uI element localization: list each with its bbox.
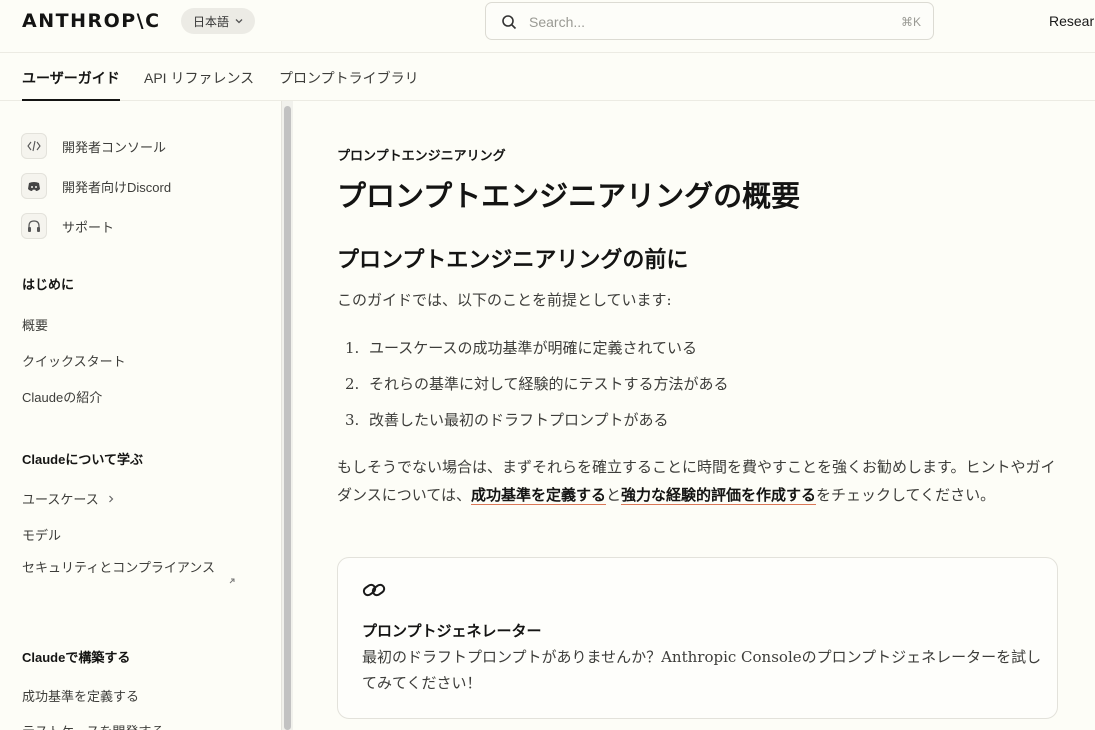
discord-icon [21, 173, 47, 199]
sidebar-item-success-criteria[interactable]: 成功基準を定義する [22, 686, 139, 705]
sidebar-section-title: Claudeで構築する [22, 650, 131, 665]
sidebar-item-test-cases[interactable]: テストケースを開発する [22, 721, 164, 730]
sidebar-link-console[interactable]: 開発者コンソール [21, 133, 166, 159]
list-text: それらの基準に対して経験的にテストする方法がある [369, 375, 729, 393]
section-heading: プロンプトエンジニアリングの前に [337, 247, 689, 272]
sidebar-item-use-cases[interactable]: ユースケース [22, 489, 115, 508]
research-link[interactable]: Resear [1049, 13, 1094, 29]
tab-prompt-library[interactable]: プロンプトライブラリ [279, 68, 419, 88]
success-criteria-link[interactable]: 成功基準を定義する [470, 486, 606, 505]
list-item: 3. 改善したい最初のドラフトプロンプトがある [345, 409, 669, 430]
sidebar-item-models[interactable]: モデル [22, 525, 61, 544]
sidebar-link-label: 開発者向けDiscord [62, 179, 172, 195]
top-bar: ANTHROP\C 日本語 Search... ⌘K Resear [0, 0, 1095, 53]
sidebar-item-quickstart[interactable]: クイックスタート [22, 351, 126, 370]
prompt-generator-card[interactable]: プロンプトジェネレーター 最初のドラフトプロンプトがありませんか？Anthrop… [337, 557, 1058, 719]
anthropic-logo[interactable]: ANTHROP\C [22, 10, 161, 32]
headset-icon [21, 213, 47, 239]
tab-api-reference[interactable]: API リファレンス [144, 68, 254, 88]
card-title: プロンプトジェネレーター [362, 623, 542, 640]
sidebar-scrollbar[interactable] [281, 101, 293, 730]
sidebar-link-label: 開発者コンソール [62, 139, 167, 155]
search-placeholder: Search... [529, 14, 586, 30]
list-item: 2. それらの基準に対して経験的にテストする方法がある [345, 373, 729, 394]
link-icon [362, 583, 386, 597]
list-text: 改善したい最初のドラフトプロンプトがある [369, 411, 669, 429]
list-number: 2. [345, 375, 360, 393]
card-body: 最初のドラフトプロンプトがありませんか？Anthropic Consoleのプロ… [362, 648, 1042, 692]
list-number: 3. [345, 411, 360, 429]
code-icon [21, 133, 47, 159]
empirical-evaluation-link[interactable]: 強力な経験的評価を作成する [620, 486, 816, 505]
recommendation-paragraph: もしそうでない場合は、まずそれらを確立することに時間を費やすことを強くお勧めしま… [337, 453, 1057, 509]
breadcrumb: プロンプトエンジニアリング [337, 148, 506, 163]
sidebar-section-title: Claudeについて学ぶ [22, 452, 143, 467]
tab-user-guide[interactable]: ユーザーガイド [22, 68, 120, 88]
sidebar-item-security[interactable]: セキュリティとコンプライアンス [22, 556, 217, 580]
sidebar-link-discord[interactable]: 開発者向けDiscord [21, 173, 171, 199]
sidebar-section-title: はじめに [22, 277, 75, 292]
paragraph-text: と [605, 486, 621, 504]
page-title: プロンプトエンジニアリングの概要 [337, 181, 801, 213]
chevron-right-icon [108, 495, 114, 502]
list-item: 1. ユースケースの成功基準が明確に定義されている [345, 337, 697, 358]
doc-tabs: ユーザーガイド API リファレンス プロンプトライブラリ [0, 53, 1095, 101]
list-number: 1. [345, 339, 360, 357]
paragraph-text: をチェックしてください。 [816, 486, 996, 504]
scrollbar-thumb[interactable] [284, 106, 291, 730]
sidebar-link-support[interactable]: サポート [21, 213, 114, 239]
language-selector[interactable]: 日本語 [181, 8, 255, 34]
sidebar-item-label: ユースケース [22, 492, 99, 507]
sidebar-item-intro-claude[interactable]: Claudeの紹介 [22, 387, 102, 406]
search-icon [502, 15, 517, 30]
sidebar: 開発者コンソール 開発者向けDiscord サポート はじめに 概要 クイックス… [0, 101, 280, 730]
search-box[interactable]: Search... ⌘K [485, 2, 934, 40]
search-shortcut: ⌘K [900, 15, 921, 29]
chevron-down-icon [235, 19, 243, 24]
language-label: 日本語 [193, 14, 230, 29]
list-text: ユースケースの成功基準が明確に定義されている [369, 339, 698, 357]
sidebar-item-overview[interactable]: 概要 [22, 315, 48, 334]
external-arrow-icon [229, 578, 235, 584]
sidebar-link-label: サポート [62, 219, 115, 235]
intro-text: このガイドでは、以下のことを前提としています: [337, 291, 672, 309]
